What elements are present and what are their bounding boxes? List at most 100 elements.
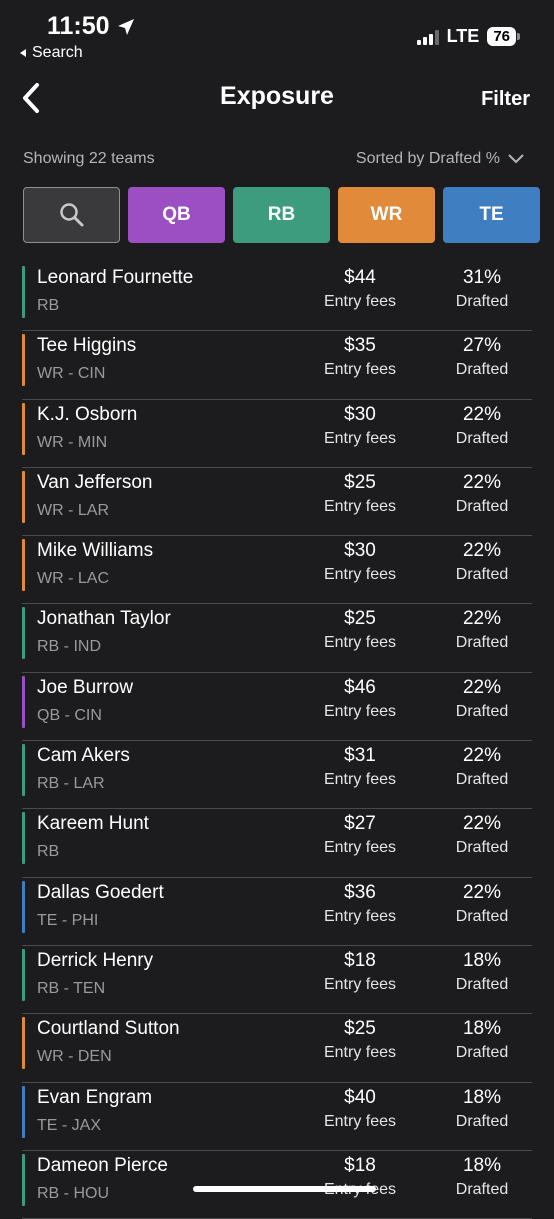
drafted-cell: 18% Drafted [432, 1155, 532, 1199]
player-row[interactable]: Tee Higgins WR - CIN $35 Entry fees 27% … [22, 331, 532, 400]
drafted-percent-value: 22% [462, 471, 502, 493]
player-position-team: RB [37, 297, 60, 314]
network-type: LTE [446, 26, 480, 46]
position-color-bar [22, 1153, 25, 1206]
drafted-cell: 22% Drafted [432, 882, 532, 926]
player-name: Kareem Hunt [37, 813, 149, 835]
drafted-percent-value: 18% [462, 1018, 502, 1040]
entry-fee-value: $27 [344, 813, 376, 835]
player-position-team: RB - IND [37, 638, 101, 656]
entry-fee-caption: Entry fees [323, 975, 397, 993]
player-row[interactable]: Leonard Fournette RB $44 Entry fees 31% … [22, 263, 532, 332]
entry-fee-caption: Entry fees [323, 429, 397, 447]
player-name: Derrick Henry [37, 949, 154, 971]
player-row[interactable]: Joe Burrow QB - CIN $46 Entry fees 22% D… [22, 673, 532, 742]
player-row[interactable]: Kareem Hunt RB $27 Entry fees 22% Drafte… [22, 809, 532, 878]
player-row[interactable]: Dameon Pierce RB - HOU $18 Entry fees 18… [22, 1151, 532, 1219]
player-row[interactable]: Dallas Goedert TE - PHI $36 Entry fees 2… [22, 878, 532, 946]
entry-fee-caption: Entry fees [323, 497, 397, 515]
entry-fee-cell: $30 Entry fees [310, 404, 410, 448]
player-position-team: WR - DEN [37, 1048, 112, 1066]
player-position-team: QB - CIN [37, 706, 102, 724]
player-row[interactable]: K.J. Osborn WR - MIN $30 Entry fees 22% … [22, 400, 532, 468]
drafted-percent-value: 22% [462, 608, 502, 630]
drafted-cell: 18% Drafted [432, 1087, 532, 1131]
back-to-app-label: Search [32, 44, 83, 61]
search-icon [59, 203, 83, 227]
player-position-team: WR - MIN [37, 433, 108, 451]
drafted-caption: Drafted [455, 497, 509, 515]
home-indicator [193, 1186, 376, 1192]
entry-fee-cell: $36 Entry fees [310, 882, 410, 926]
status-indicators: LTE 76 [416, 26, 520, 47]
back-to-app-link[interactable]: Search [18, 44, 83, 62]
entry-fee-cell: $35 Entry fees [310, 335, 410, 379]
entry-fee-value: $25 [344, 1018, 376, 1040]
position-filters: QB RB WR TE [23, 187, 540, 243]
player-row[interactable]: Mike Williams WR - LAC $30 Entry fees 22… [22, 536, 532, 605]
player-row[interactable]: Evan Engram TE - JAX $40 Entry fees 18% … [22, 1083, 532, 1151]
chevron-down-icon [508, 154, 524, 164]
search-button[interactable] [23, 187, 120, 243]
drafted-cell: 22% Drafted [432, 813, 532, 857]
drafted-caption: Drafted [455, 293, 509, 310]
entry-fee-cell: $25 Entry fees [310, 472, 410, 516]
drafted-caption: Drafted [455, 429, 509, 447]
player-position-team: WR - LAC [37, 570, 109, 588]
filter-rb-button[interactable]: RB [233, 187, 330, 243]
entry-fee-value: $36 [344, 881, 376, 903]
player-row[interactable]: Van Jefferson WR - LAR $25 Entry fees 22… [22, 468, 532, 537]
entry-fee-cell: $46 Entry fees [310, 677, 410, 721]
entry-fee-caption: Entry fees [323, 839, 397, 857]
filter-button[interactable]: Filter [481, 88, 530, 111]
entry-fee-cell: $30 Entry fees [310, 540, 410, 584]
drafted-percent-value: 18% [462, 1154, 502, 1176]
player-name: Leonard Fournette [37, 267, 194, 288]
drafted-cell: 22% Drafted [432, 745, 532, 789]
filter-qb-button[interactable]: QB [128, 187, 225, 243]
drafted-caption: Drafted [455, 1044, 509, 1062]
battery-level: 76 [487, 27, 520, 46]
position-color-bar [22, 812, 25, 865]
position-color-bar [22, 1017, 25, 1070]
entry-fee-value: $46 [344, 676, 376, 698]
player-position-team: RB - LAR [37, 775, 105, 793]
entry-fee-caption: Entry fees [323, 566, 397, 584]
entry-fee-caption: Entry fees [323, 634, 397, 652]
drafted-caption: Drafted [455, 634, 509, 652]
cellular-signal-icon [416, 29, 439, 45]
filter-te-button[interactable]: TE [443, 187, 540, 243]
team-count: Showing 22 teams [23, 150, 155, 167]
drafted-caption: Drafted [455, 839, 509, 857]
position-color-bar [22, 539, 25, 592]
drafted-cell: 22% Drafted [432, 677, 532, 721]
drafted-percent-value: 31% [462, 267, 502, 288]
position-color-bar [22, 744, 25, 797]
sort-dropdown[interactable]: Sorted by Drafted % [356, 150, 524, 168]
page-title: Exposure [220, 82, 334, 110]
drafted-cell: 22% Drafted [432, 540, 532, 584]
player-row[interactable]: Courtland Sutton WR - DEN $25 Entry fees… [22, 1014, 532, 1083]
player-row[interactable]: Cam Akers RB - LAR $31 Entry fees 22% Dr… [22, 741, 532, 810]
player-row[interactable]: Jonathan Taylor RB - IND $25 Entry fees … [22, 604, 532, 673]
player-position-team: RB - HOU [37, 1184, 109, 1202]
drafted-caption: Drafted [455, 566, 509, 584]
drafted-caption: Drafted [455, 907, 509, 925]
player-list: Leonard Fournette RB $44 Entry fees 31% … [22, 263, 532, 1219]
drafted-caption: Drafted [455, 361, 509, 379]
drafted-caption: Drafted [455, 1112, 509, 1130]
filter-wr-button[interactable]: WR [338, 187, 435, 243]
position-color-bar [22, 607, 25, 660]
player-name: Mike Williams [37, 540, 154, 562]
drafted-caption: Drafted [455, 975, 509, 993]
position-color-bar [22, 948, 25, 1001]
player-name: Dameon Pierce [37, 1154, 168, 1176]
clock-time: 11:50 [47, 12, 110, 40]
player-name: Jonathan Taylor [37, 608, 171, 630]
player-row[interactable]: Derrick Henry RB - TEN $18 Entry fees 18… [22, 946, 532, 1015]
player-name: Joe Burrow [37, 676, 134, 698]
entry-fee-cell: $25 Entry fees [310, 1018, 410, 1062]
location-arrow-icon [117, 18, 134, 35]
entry-fee-caption: Entry fees [323, 361, 397, 379]
entry-fee-cell: $44 Entry fees [310, 267, 410, 311]
